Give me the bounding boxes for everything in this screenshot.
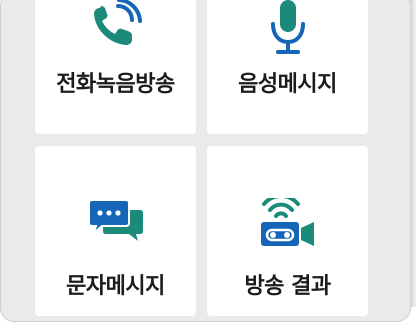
tile-label: 방송 결과 bbox=[244, 274, 331, 299]
tile-label: 전화녹음방송 bbox=[56, 72, 175, 97]
tile-broadcast-result[interactable]: 방송 결과 bbox=[207, 146, 368, 316]
tile-label: 문자메시지 bbox=[66, 274, 165, 299]
frame-edge bbox=[410, 0, 416, 307]
tile-text-message[interactable]: 문자메시지 bbox=[35, 146, 196, 316]
phone-broadcast-icon bbox=[88, 0, 144, 56]
tile-label: 음성메시지 bbox=[238, 72, 337, 97]
broadcast-result-icon bbox=[259, 193, 317, 254]
microphone-icon bbox=[266, 0, 310, 62]
chat-bubbles-icon bbox=[87, 198, 144, 246]
tile-phone-recording-broadcast[interactable]: 전화녹음방송 bbox=[35, 0, 196, 134]
tile-voice-message[interactable]: 음성메시지 bbox=[207, 0, 368, 134]
